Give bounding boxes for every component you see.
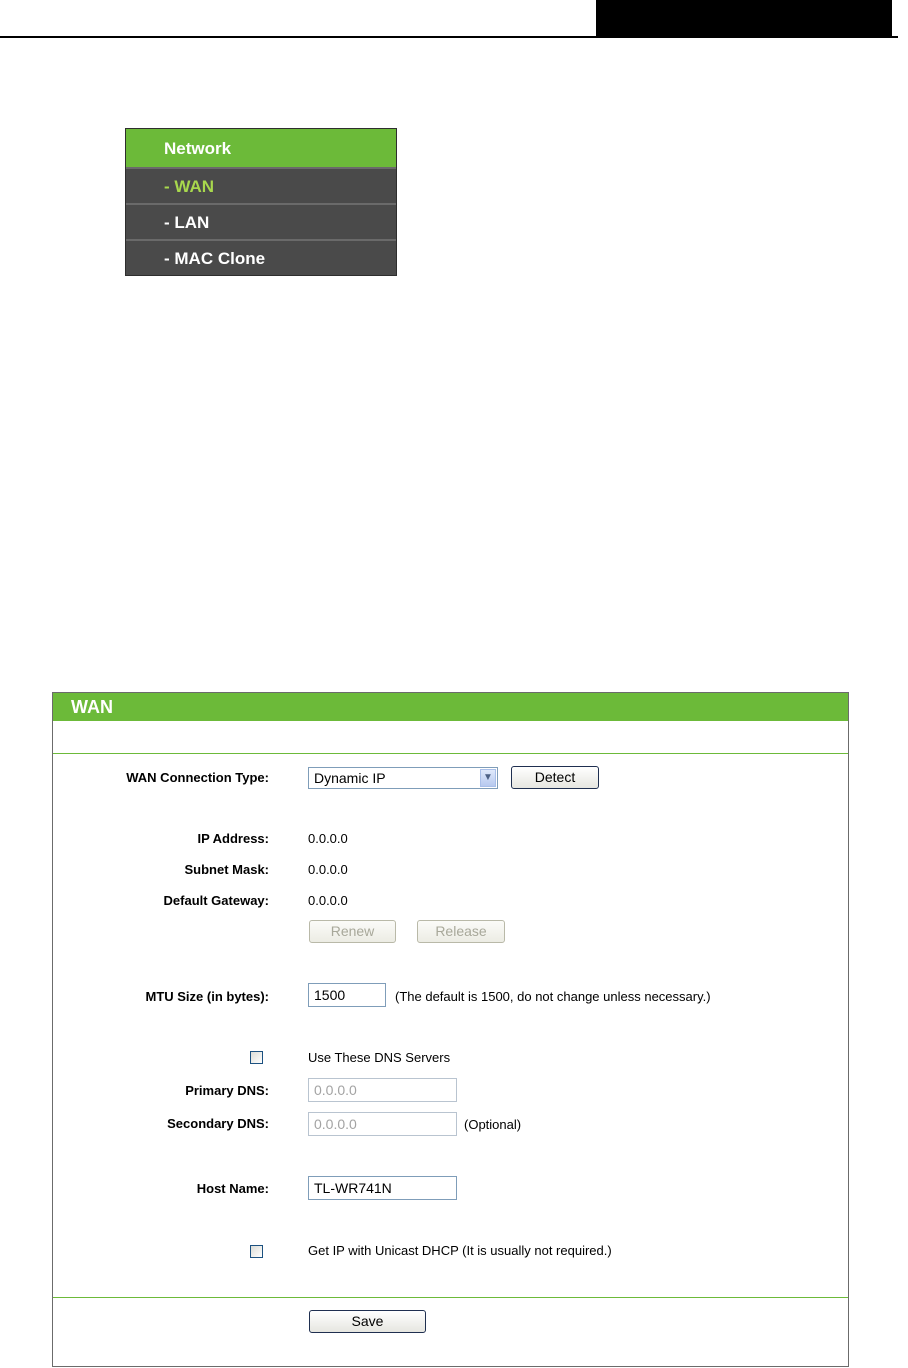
menu-item-mac-clone[interactable]: - MAC Clone (126, 239, 396, 275)
host-name-input[interactable]: TL-WR741N (308, 1176, 457, 1200)
wan-connection-type-label: WAN Connection Type: (126, 770, 269, 785)
top-divider (53, 753, 848, 754)
unicast-dhcp-checkbox[interactable] (250, 1245, 263, 1258)
menu-header-network[interactable]: Network (126, 129, 396, 167)
detect-button[interactable]: Detect (511, 766, 599, 789)
unicast-dhcp-label: Get IP with Unicast DHCP (It is usually … (308, 1243, 612, 1258)
wan-connection-type-select[interactable]: Dynamic IP ▼ (308, 767, 498, 789)
subnet-mask-label: Subnet Mask: (184, 862, 269, 877)
ip-address-value: 0.0.0.0 (308, 831, 348, 846)
secondary-dns-label: Secondary DNS: (167, 1116, 269, 1131)
menu-item-wan[interactable]: - WAN (126, 167, 396, 203)
mtu-size-note: (The default is 1500, do not change unle… (395, 989, 711, 1004)
use-dns-servers-checkbox[interactable] (250, 1051, 263, 1064)
default-gateway-value: 0.0.0.0 (308, 893, 348, 908)
use-dns-servers-label: Use These DNS Servers (308, 1050, 451, 1065)
secondary-dns-input[interactable]: 0.0.0.0 (308, 1112, 457, 1136)
document-header-block (596, 0, 892, 36)
save-button[interactable]: Save (309, 1310, 426, 1333)
panel-title: WAN (53, 693, 848, 721)
host-name-label: Host Name: (196, 1181, 269, 1196)
primary-dns-label: Primary DNS: (185, 1083, 269, 1098)
menu-item-lan[interactable]: - LAN (126, 203, 396, 239)
ip-address-label: IP Address: (197, 831, 269, 846)
chevron-down-icon[interactable]: ▼ (480, 769, 496, 787)
default-gateway-label: Default Gateway: (163, 893, 269, 908)
document-header-rule (0, 36, 898, 38)
secondary-dns-optional-note: (Optional) (464, 1117, 522, 1132)
subnet-mask-value: 0.0.0.0 (308, 862, 348, 877)
primary-dns-input[interactable]: 0.0.0.0 (308, 1078, 457, 1102)
release-button[interactable]: Release (417, 920, 505, 943)
renew-button[interactable]: Renew (309, 920, 396, 943)
wan-panel: WAN WAN Connection Type: Dynamic IP ▼ De… (52, 692, 849, 1367)
wan-connection-type-value: Dynamic IP (314, 770, 386, 786)
bottom-divider (53, 1297, 848, 1298)
network-menu: Network - WAN - LAN - MAC Clone (125, 128, 397, 276)
mtu-size-input[interactable]: 1500 (308, 983, 386, 1007)
mtu-size-label: MTU Size (in bytes): (145, 989, 269, 1004)
